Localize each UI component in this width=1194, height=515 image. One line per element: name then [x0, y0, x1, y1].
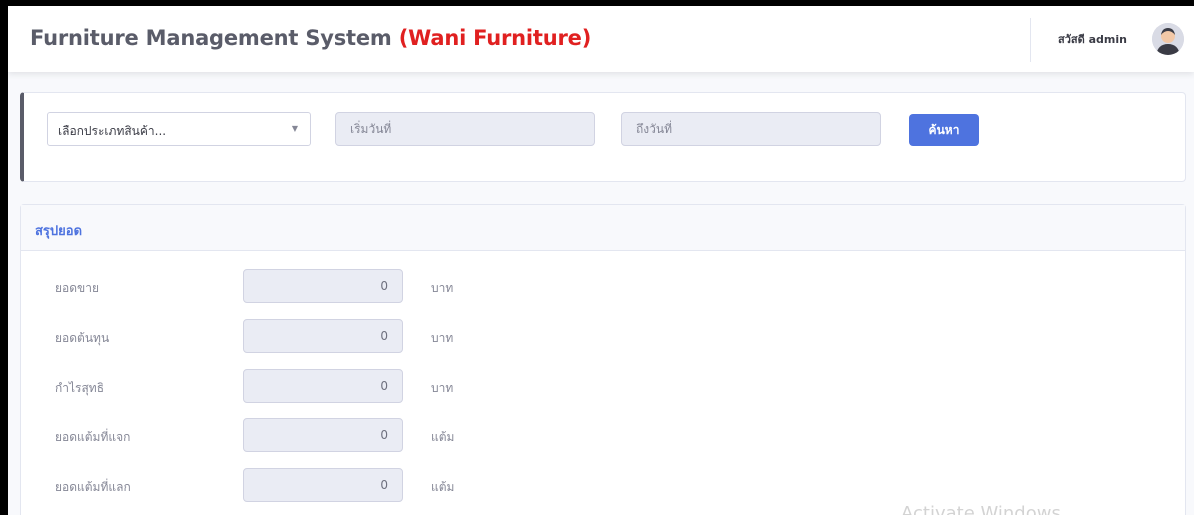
row-unit: แต้ม [431, 430, 455, 444]
points-redeemed-value-field[interactable] [243, 468, 403, 502]
search-button[interactable]: ค้นหา [909, 114, 979, 146]
summary-row-points-redeemed: ยอดแต้มที่แลก แต้ม [21, 468, 621, 502]
user-avatar-icon[interactable] [1152, 23, 1184, 55]
row-label: ยอดแต้มที่แจก [55, 430, 131, 444]
points-given-value-field[interactable] [243, 418, 403, 452]
start-date-input[interactable] [335, 112, 595, 146]
app-title-text: Furniture Management System [30, 26, 399, 50]
row-label: ยอดแต้มที่แลก [55, 480, 131, 494]
summary-row-points-given: ยอดแต้มที่แจก แต้ม [21, 418, 621, 452]
summary-card: สรุปยอด ยอดขาย บาท ยอดต้นทุน บาท กำไรสุท… [20, 204, 1186, 515]
app-window: Furniture Management System (Wani Furnit… [8, 6, 1194, 515]
row-label: ยอดต้นทุน [55, 331, 110, 345]
top-navbar: Furniture Management System (Wani Furnit… [8, 6, 1194, 72]
filter-card: เลือกประเภทสินค้า... ▼ ค้นหา [20, 92, 1186, 182]
summary-row-profit: กำไรสุทธิ บาท [21, 369, 621, 403]
row-unit: บาท [431, 281, 454, 295]
summary-row-sales: ยอดขาย บาท [21, 269, 621, 303]
sales-value-field[interactable] [243, 269, 403, 303]
summary-title: สรุปยอด [35, 224, 83, 239]
page-title: Furniture Management System (Wani Furnit… [30, 26, 591, 50]
cost-value-field[interactable] [243, 319, 403, 353]
row-unit: บาท [431, 381, 454, 395]
row-label: ยอดขาย [55, 281, 100, 295]
category-select-value: เลือกประเภทสินค้า... [58, 124, 167, 138]
profit-value-field[interactable] [243, 369, 403, 403]
end-date-input[interactable] [621, 112, 881, 146]
topbar-divider [1030, 18, 1031, 62]
row-label: กำไรสุทธิ [55, 381, 105, 395]
user-greeting[interactable]: สวัสดี admin [1058, 30, 1127, 48]
row-unit: แต้ม [431, 480, 455, 494]
activation-watermark: Activate Windows [901, 503, 1061, 515]
brand-name: (Wani Furniture) [398, 26, 592, 50]
summary-header: สรุปยอด [21, 205, 1185, 251]
summary-row-cost: ยอดต้นทุน บาท [21, 319, 621, 353]
chevron-down-icon: ▼ [291, 124, 298, 133]
category-select[interactable]: เลือกประเภทสินค้า... ▼ [47, 112, 311, 146]
row-unit: บาท [431, 331, 454, 345]
